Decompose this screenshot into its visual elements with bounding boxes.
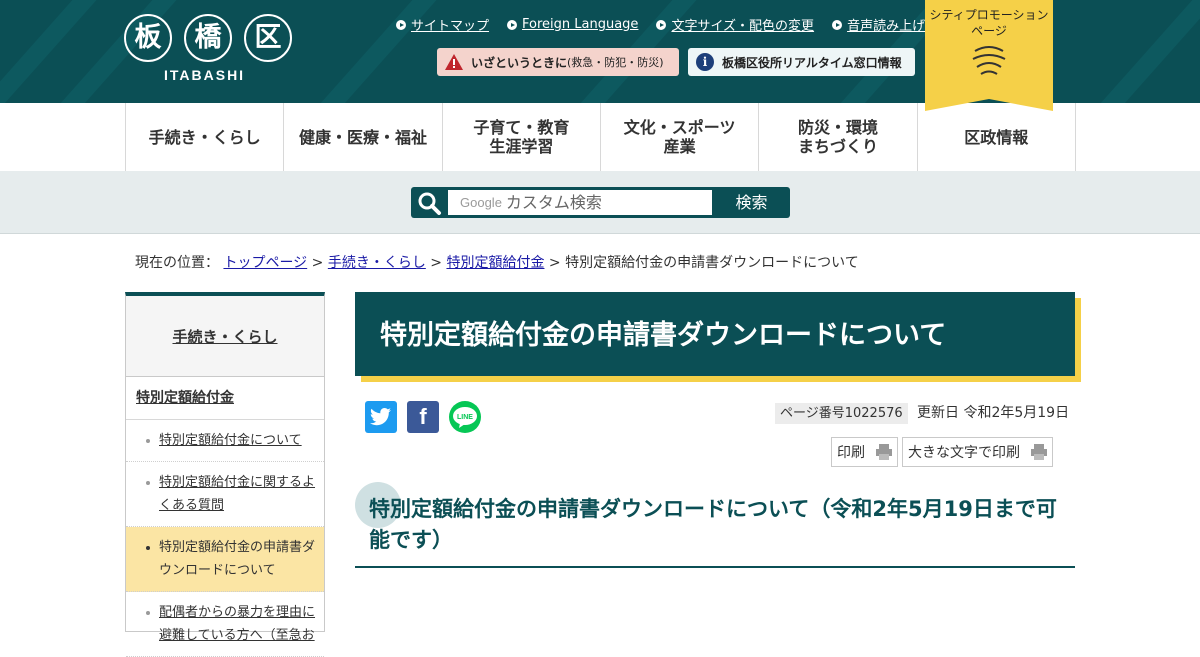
global-nav: 手続き・くらし 健康・医療・福祉 子育て・教育 生涯学習 文化・スポーツ 産業 防災… <box>125 103 1076 171</box>
print-button[interactable]: 印刷 <box>831 437 898 467</box>
promotion-mascot-icon <box>972 46 1006 75</box>
line-icon: LINE <box>453 407 477 428</box>
local-nav-section[interactable]: 特別定額給付金 <box>126 377 324 420</box>
nav-procedures-living[interactable]: 手続き・くらし <box>126 103 285 171</box>
arrow-icon <box>507 19 518 30</box>
site-logo[interactable]: 板 橋 区 ITABASHI <box>124 14 292 86</box>
arrow-icon <box>396 19 406 30</box>
facebook-icon: f <box>419 404 427 429</box>
breadcrumb-link-benefit[interactable]: 特別定額給付金 <box>446 255 544 271</box>
utility-links: サイトマップ Foreign Language 文字サイズ・配色の変更 音声読み… <box>396 15 925 34</box>
share-buttons: f LINE <box>365 401 481 433</box>
logo-char: 板 <box>124 14 172 62</box>
nav-childcare-education[interactable]: 子育て・教育 生涯学習 <box>443 103 601 171</box>
breadcrumb-link-top[interactable]: トップページ <box>223 255 307 271</box>
local-nav-heading[interactable]: 手続き・くらし <box>126 296 324 377</box>
logo-subtitle: ITABASHI <box>164 67 246 83</box>
logo-char: 区 <box>244 14 292 62</box>
twitter-icon <box>370 408 391 426</box>
printer-icon <box>1031 444 1047 460</box>
svg-text:LINE: LINE <box>457 414 473 421</box>
nav-disaster-environment[interactable]: 防災・環境 まちづくり <box>759 103 918 171</box>
warning-icon <box>445 54 463 70</box>
section-heading: 特別定額給付金の申請書ダウンロードについて（令和2年5月19日まで可能です） <box>355 482 1075 568</box>
logo-char: 橋 <box>184 14 232 62</box>
info-icon: i <box>696 53 714 71</box>
search-input[interactable]: Google カスタム検索 <box>448 190 712 215</box>
local-nav: 手続き・くらし 特別定額給付金 特別定額給付金について 特別定額給付金に関するよ… <box>125 292 325 657</box>
speech-reading-link[interactable]: 音声読み上げ <box>832 15 925 34</box>
section-heading-text: 特別定額給付金の申請書ダウンロードについて（令和2年5月19日まで可能です） <box>369 497 1057 552</box>
updated-date: 更新日 令和2年5月19日 <box>917 405 1070 421</box>
city-promotion-link[interactable]: シティプロモーション ページ <box>925 0 1053 111</box>
sitemap-link[interactable]: サイトマップ <box>396 15 489 34</box>
site-search: Google カスタム検索 検索 <box>411 187 790 218</box>
nav-health-welfare[interactable]: 健康・医療・福祉 <box>284 103 443 171</box>
local-nav-item[interactable]: 特別定額給付金について <box>126 420 324 462</box>
nav-culture-sports[interactable]: 文化・スポーツ 産業 <box>601 103 760 171</box>
breadcrumb-current: 特別定額給付金の申請書ダウンロードについて <box>565 255 859 271</box>
facebook-share-button[interactable]: f <box>407 401 439 433</box>
page-title: 特別定額給付金の申請書ダウンロードについて <box>380 320 947 351</box>
line-share-button[interactable]: LINE <box>449 401 481 433</box>
search-button[interactable]: 検索 <box>713 187 790 218</box>
page-title-box: 特別定額給付金の申請書ダウンロードについて <box>355 292 1075 376</box>
print-large-text-button[interactable]: 大きな文字で印刷 <box>902 437 1053 467</box>
local-nav-item-current[interactable]: 特別定額給付金の申請書ダウンロードについて <box>126 527 324 592</box>
arrow-icon <box>656 19 667 30</box>
arrow-icon <box>832 19 843 30</box>
printer-icon <box>876 444 892 460</box>
emergency-button[interactable]: いざというときに (救急・防犯・防災) <box>437 48 679 76</box>
foreign-language-link[interactable]: Foreign Language <box>507 15 638 34</box>
nav-administration[interactable]: 区政情報 <box>918 103 1076 171</box>
local-nav-item[interactable]: 特別定額給付金に関するよくある質問 <box>126 462 324 527</box>
page-number: ページ番号1022576 <box>775 403 908 424</box>
breadcrumb: 現在の位置： トップページ > 手続き・くらし > 特別定額給付金 > 特別定額… <box>135 255 859 271</box>
local-nav-item[interactable]: 配偶者からの暴力を理由に避難している方へ（至急お <box>126 592 324 657</box>
text-size-color-link[interactable]: 文字サイズ・配色の変更 <box>656 15 814 34</box>
realtime-counter-info-button[interactable]: i 板橋区役所リアルタイム窓口情報 <box>688 48 915 76</box>
breadcrumb-link-procedures[interactable]: 手続き・くらし <box>328 255 426 271</box>
search-icon <box>418 192 441 215</box>
twitter-share-button[interactable] <box>365 401 397 433</box>
